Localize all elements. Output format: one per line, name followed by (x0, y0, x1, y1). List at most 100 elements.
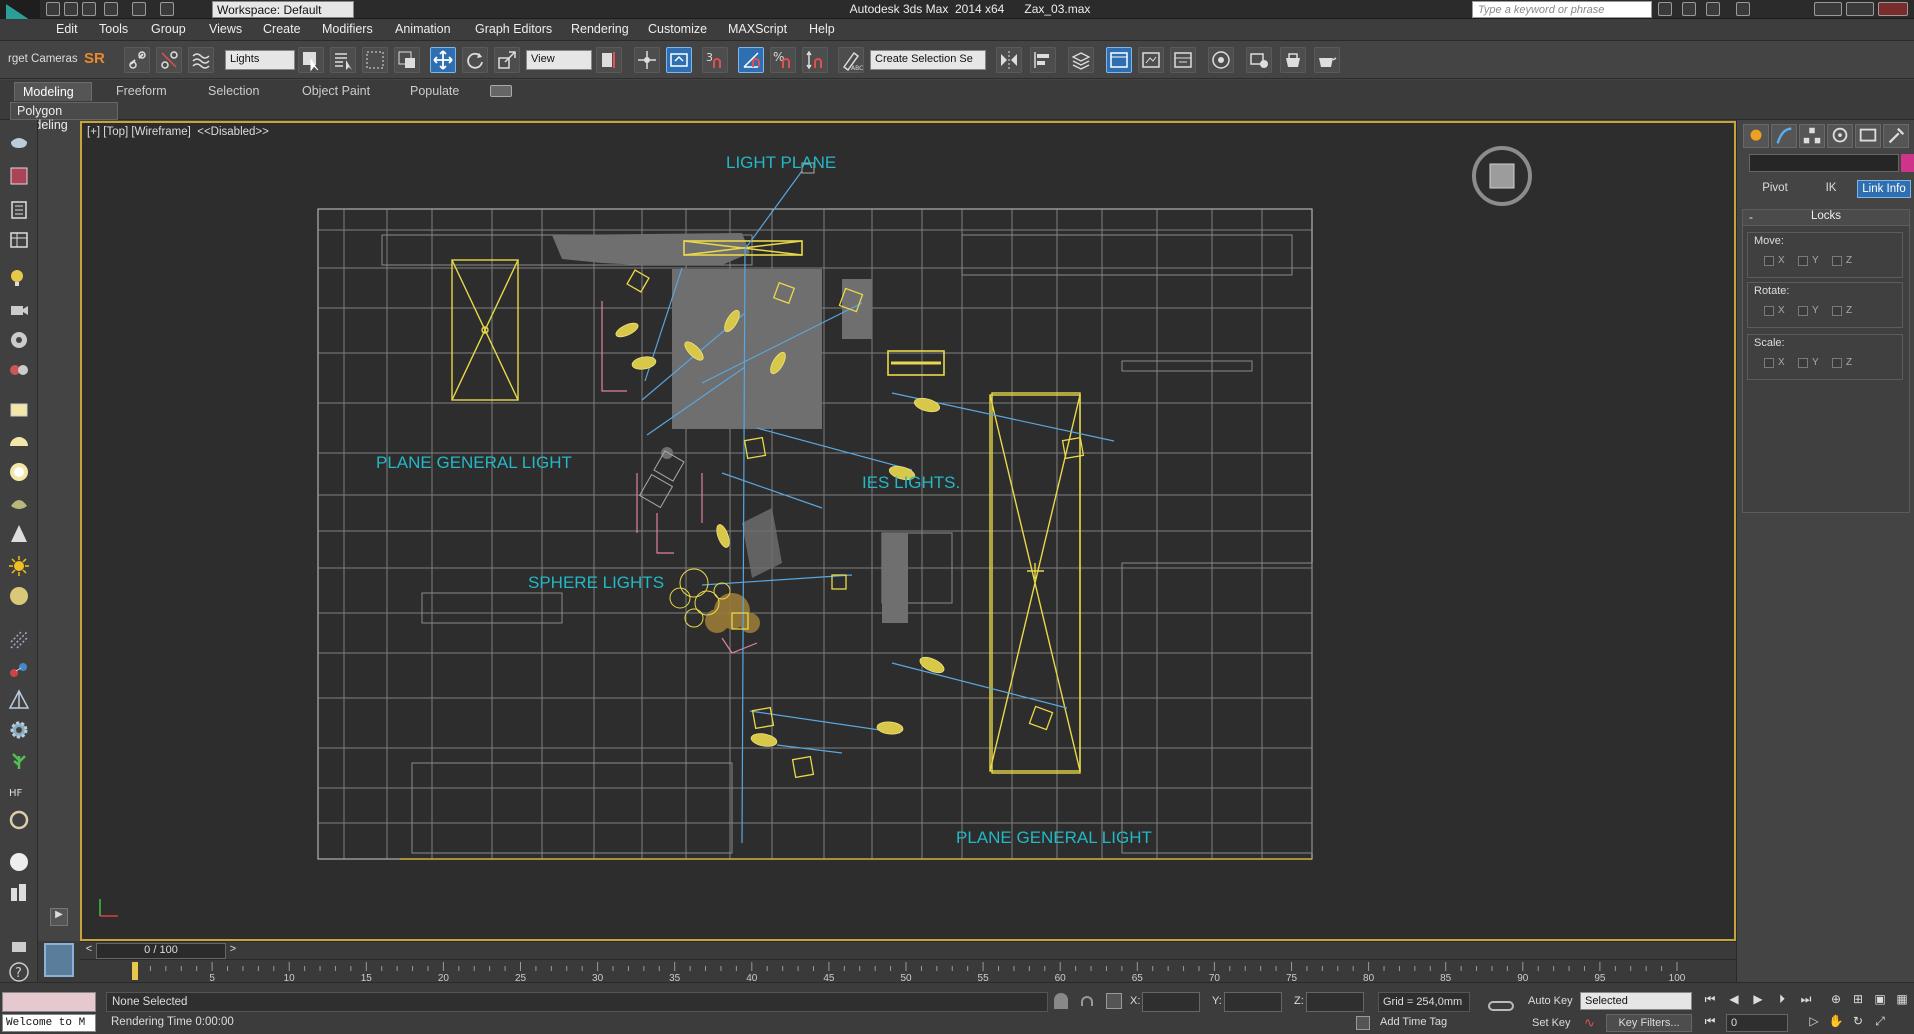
use-pivot-point-center-icon[interactable] (596, 47, 622, 73)
expand-panel-icon[interactable]: ▶ (50, 908, 68, 926)
sphere-material-icon[interactable] (7, 584, 31, 608)
add-time-tag-button[interactable]: Add Time Tag (1378, 1014, 1470, 1032)
cone-primitive-icon[interactable] (7, 522, 31, 546)
help-icon[interactable] (1736, 2, 1750, 16)
key-icon[interactable] (1488, 1001, 1514, 1011)
menu-views[interactable]: Views (209, 22, 242, 36)
locks-rollout-header[interactable]: - Locks (1743, 210, 1909, 226)
select-and-scale-icon[interactable] (494, 47, 520, 73)
x-coordinate-field[interactable] (1142, 992, 1200, 1012)
schematic-view-icon[interactable] (1208, 47, 1234, 73)
save-file-icon[interactable] (82, 2, 96, 16)
close-window-icon[interactable] (1878, 2, 1908, 16)
graphite-toggle-icon[interactable] (1138, 47, 1164, 73)
open-file-icon[interactable] (64, 2, 78, 16)
zoom-all-icon[interactable]: ⊞ (1848, 992, 1868, 1010)
scene-list-icon[interactable] (7, 198, 31, 222)
next-frame-icon[interactable]: > (226, 943, 240, 959)
set-key-button[interactable]: Set Key (1532, 1017, 1571, 1029)
orbit-icon[interactable]: ↻ (1848, 1014, 1868, 1032)
menu-maxscript[interactable]: MAXScript (728, 22, 787, 36)
key-curve-icon[interactable]: ∿ (1584, 1015, 1602, 1031)
key-mode-dropdown[interactable]: Selected (1580, 992, 1692, 1010)
hierarchy-panel-icon[interactable] (1799, 124, 1825, 148)
lock-rotate-y-checkbox[interactable] (1798, 306, 1808, 316)
geosphere-icon[interactable] (7, 492, 31, 516)
menu-create[interactable]: Create (263, 22, 301, 36)
zoom-extents-all-icon[interactable]: ▦ (1892, 992, 1912, 1010)
lock-scale-x-checkbox[interactable] (1764, 358, 1774, 368)
ribbon-tab-freeform[interactable]: Freeform (108, 82, 175, 101)
select-by-name-icon[interactable] (330, 47, 356, 73)
spinner-snap-icon[interactable] (802, 47, 828, 73)
camera-icon[interactable] (7, 298, 31, 322)
helper-icon[interactable] (7, 328, 31, 352)
snaps-toggle-icon[interactable]: 3 (702, 47, 728, 73)
lock-selection-icon[interactable] (7, 932, 31, 956)
lock-scale-z-checkbox[interactable] (1832, 358, 1842, 368)
minimize-window-icon[interactable] (1814, 2, 1842, 16)
foliage-icon[interactable] (7, 748, 31, 772)
teapot-icon[interactable] (7, 130, 31, 154)
isolate-selection-icon[interactable] (1054, 993, 1068, 1009)
ribbon-tab-populate[interactable]: Populate (402, 82, 467, 101)
mini-curve-editor-button[interactable] (44, 943, 74, 977)
render-frame-icon[interactable] (7, 164, 31, 188)
unlink-selection-icon[interactable] (156, 47, 182, 73)
z-coordinate-field[interactable] (1306, 992, 1364, 1012)
new-file-icon[interactable] (46, 2, 60, 16)
align-icon[interactable] (1030, 47, 1056, 73)
molecule-icon[interactable] (7, 658, 31, 682)
environment-sphere-icon[interactable] (7, 850, 31, 874)
lock-rotate-x-checkbox[interactable] (1764, 306, 1774, 316)
window-crossing-icon[interactable] (394, 47, 420, 73)
zoom-extents-icon[interactable]: ▣ (1870, 992, 1890, 1010)
modify-panel-icon[interactable] (1771, 124, 1797, 148)
menu-animation[interactable]: Animation (395, 22, 451, 36)
percent-snap-icon[interactable]: % (770, 47, 796, 73)
select-and-rotate-icon[interactable] (462, 47, 488, 73)
go-to-end-icon[interactable]: ⏭ (1796, 992, 1816, 1010)
menu-rendering[interactable]: Rendering (571, 22, 629, 36)
polygon-modeling-panel[interactable]: Polygon Modeling (10, 102, 118, 132)
ribbon-tab-modeling[interactable]: Modeling (14, 82, 92, 101)
maximize-viewport-icon[interactable]: ⤢ (1870, 1014, 1890, 1032)
utilities-panel-icon[interactable] (1883, 124, 1909, 148)
manage-layers-icon[interactable] (1068, 47, 1094, 73)
sphere-primitive-icon[interactable] (7, 460, 31, 484)
current-frame-field[interactable]: 0 (1726, 1014, 1788, 1032)
menu-help[interactable]: Help (809, 22, 835, 36)
viewport-label[interactable]: [+] [Top] [Wireframe] <<Disabled>> (87, 126, 269, 138)
select-and-manipulate-icon[interactable] (634, 47, 660, 73)
track-bar[interactable]: 5 10 15 20 25 30 35 40 45 50 55 60 65 70 75 80 85 90 95 100 (80, 959, 1736, 983)
maxscript-mini-listener-pink[interactable] (2, 992, 96, 1012)
layer-list-icon[interactable] (7, 228, 31, 252)
time-tag-icon[interactable] (1356, 1016, 1370, 1030)
time-slider-thumb[interactable]: 0 / 100 (96, 943, 226, 959)
hair-and-fur-icon[interactable]: HF (7, 778, 31, 802)
render-setup-icon[interactable] (1280, 47, 1306, 73)
bind-to-space-warp-icon[interactable] (188, 47, 214, 73)
tab-pivot[interactable]: Pivot (1749, 180, 1801, 198)
scene-explorer-icon[interactable] (1106, 47, 1132, 73)
auto-key-button[interactable]: Auto Key (1528, 995, 1573, 1007)
previous-frame-icon[interactable]: < (82, 943, 96, 959)
menu-graph-editors[interactable]: Graph Editors (475, 22, 552, 36)
select-and-move-icon[interactable] (430, 47, 456, 73)
motion-panel-icon[interactable] (1827, 124, 1853, 148)
workspace-dropdown[interactable]: Workspace: Default (212, 1, 354, 18)
rectangular-selection-icon[interactable] (362, 47, 388, 73)
undo-icon[interactable] (104, 2, 118, 16)
menu-edit[interactable]: Edit (56, 22, 78, 36)
particle-view-icon[interactable] (7, 358, 31, 382)
project-folder-icon[interactable] (160, 2, 174, 16)
ribbon-tab-selection[interactable]: Selection (200, 82, 267, 101)
search-input[interactable]: Type a keyword or phrase (1472, 1, 1652, 18)
lock-rotate-z-checkbox[interactable] (1832, 306, 1842, 316)
field-of-view-icon[interactable]: ▷ (1804, 1014, 1824, 1032)
y-coordinate-field[interactable] (1224, 992, 1282, 1012)
gear-icon[interactable] (7, 718, 31, 742)
redo-icon[interactable] (132, 2, 146, 16)
edit-named-selection-icon[interactable]: ABC (838, 47, 864, 73)
sr-label[interactable]: SR (84, 50, 105, 67)
